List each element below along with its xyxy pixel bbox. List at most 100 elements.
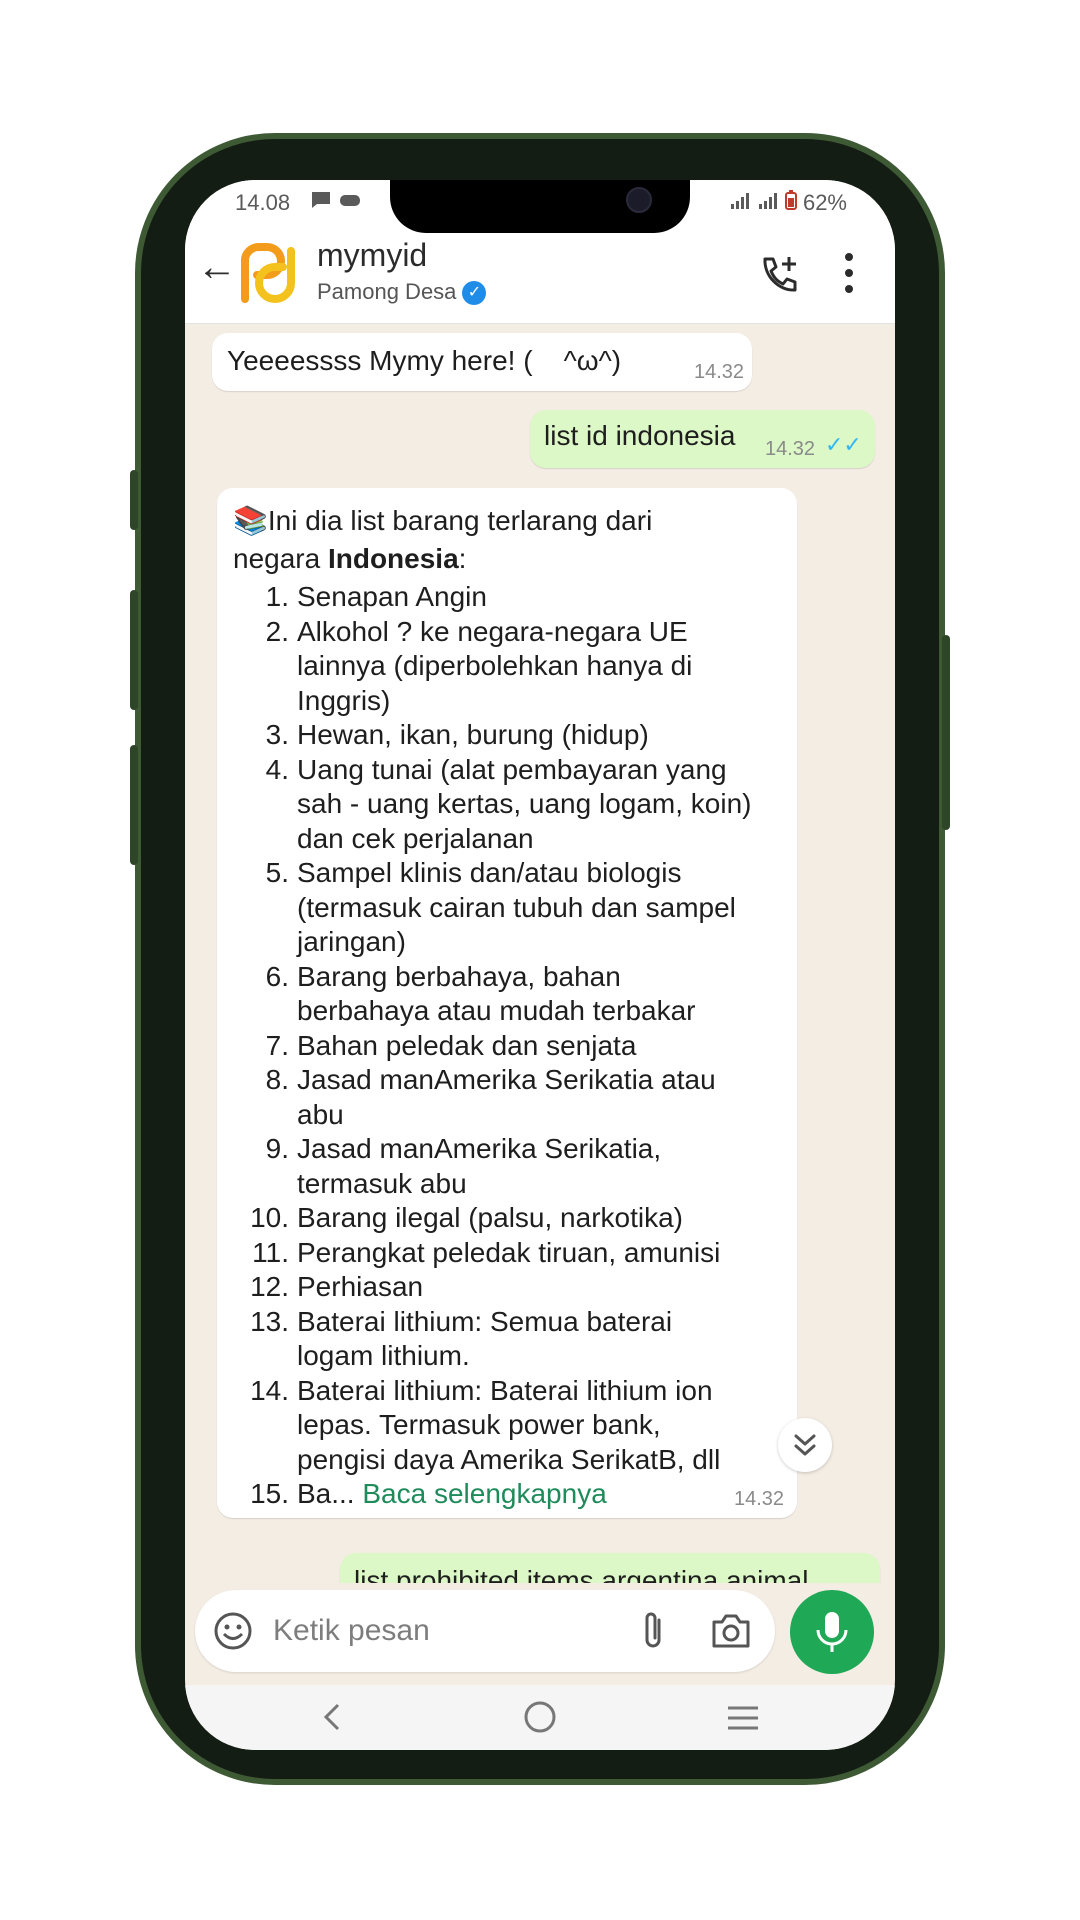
list-text: Ba... Baca selengkapnya: [297, 1477, 793, 1512]
battery-icon: [784, 190, 797, 210]
list-number: 10.: [250, 1202, 289, 1233]
read-receipt-icon: ✓✓: [825, 432, 862, 457]
battery-percent: 62%: [802, 190, 847, 215]
list-item: 11. Perangkat peledak tiruan, amunisi: [233, 1236, 793, 1271]
list-item: 12. Perhiasan: [233, 1270, 793, 1305]
list-text: Sampel klinis dan/atau biologis (termasu…: [297, 857, 736, 957]
mic-icon: [816, 1612, 848, 1652]
list-text: Barang ilegal (palsu, narkotika): [297, 1202, 683, 1233]
status-time: 14.08: [235, 190, 291, 215]
camera-icon[interactable]: [710, 1612, 752, 1650]
game-notification-icon: [339, 195, 360, 206]
chat-notification-icon: [312, 192, 330, 208]
list-item: 1. Senapan Angin: [233, 580, 793, 615]
volume-button: [130, 470, 138, 530]
nav-home-icon[interactable]: [523, 1700, 557, 1734]
list-item: 4. Uang tunai (alat pembayaran yang sah -…: [233, 753, 793, 857]
chat-header: ← mymyid Pamong Desa ✓: [185, 235, 895, 324]
message-input[interactable]: [271, 1608, 615, 1654]
intro-bold: Indonesia: [327, 543, 459, 574]
list-item: 13. Baterai lithium: Semua baterai logam …: [233, 1305, 793, 1374]
list-number: 13.: [250, 1305, 289, 1337]
list-number: 5.: [265, 857, 289, 888]
list-text: Alkohol ? ke negara-negara UE lainnya (d…: [297, 615, 693, 716]
list-item: 14. Baterai lithium: Baterai lithium ion …: [233, 1374, 793, 1478]
chat-area[interactable]: Yeeeessss Mymy here! ( ^ω^) 14.32 list i…: [185, 323, 895, 1583]
list-text: Baterai lithium: Semua baterai logam lit…: [297, 1305, 673, 1372]
list-text: Uang tunai (alat pembayaran yang sah - u…: [297, 753, 752, 854]
message-time: 14.32: [765, 438, 816, 460]
power-button: [942, 635, 950, 830]
list-text: Baterai lithium: Baterai lithium ion lep…: [297, 1374, 721, 1475]
back-arrow-icon[interactable]: ←: [197, 245, 237, 290]
phone-screen: 14.08 62% ← mymyid Pamong Desa ✓ Yeeeess…: [185, 180, 895, 1750]
list-number: 14.: [250, 1374, 289, 1406]
list-number: 7.: [265, 1029, 289, 1061]
list-number: 11.: [252, 1236, 289, 1268]
list-number: 4.: [265, 753, 289, 785]
intro-colon: :: [458, 543, 467, 574]
front-camera: [626, 187, 652, 213]
nav-recents-icon[interactable]: [726, 1705, 760, 1731]
list-text: Bahan peledak dan senjata: [297, 1029, 637, 1061]
list-number: 15.: [250, 1478, 289, 1509]
message-time: 14.32: [734, 1488, 785, 1510]
mic-button[interactable]: [790, 1590, 874, 1674]
volume-button: [130, 745, 138, 865]
list-text: Hewan, ikan, burung (hidup): [297, 719, 649, 750]
message-text: Yeeeessss Mymy here! ( ^ω^): [227, 345, 622, 376]
list-item: 3. Hewan, ikan, burung (hidup): [233, 718, 793, 753]
list-text: Jasad manAmerika Serikatia, termasuk abu: [297, 1133, 662, 1199]
scroll-down-button[interactable]: [778, 1418, 832, 1472]
chat-subtitle: Pamong Desa ✓: [317, 279, 487, 306]
message-text: list prohibited items argentina animal: [354, 1565, 809, 1583]
list-item: 5. Sampel klinis dan/atau biologis (terma…: [233, 856, 793, 960]
list-text: Barang berbahaya, bahan berbahaya atau m…: [297, 960, 696, 1027]
read-more-link[interactable]: Baca selengkapnya: [362, 1478, 606, 1509]
status-bar: 14.08 62%: [185, 180, 895, 235]
chat-title[interactable]: mymyid: [317, 237, 427, 274]
list-item: 8. Jasad manAmerika Serikatia atau abu: [233, 1063, 793, 1132]
list-number: 1.: [265, 581, 289, 612]
list-number: 3.: [265, 719, 289, 750]
add-call-icon[interactable]: [757, 253, 801, 297]
list-item: 6. Barang berbahaya, bahan berbahaya atau…: [233, 960, 793, 1029]
status-right: 62%: [729, 190, 847, 216]
signal-icon: [730, 193, 749, 209]
notification-icons: [310, 190, 362, 216]
list-item: 7. Bahan peledak dan senjata: [233, 1029, 793, 1064]
list-item: 2. Alkohol ? ke negara-negara UE lainnya …: [233, 615, 793, 719]
list-text: Perangkat peledak tiruan, amunisi: [297, 1236, 721, 1268]
nav-back-icon[interactable]: [320, 1701, 344, 1733]
chat-subtitle-text: Pamong Desa: [317, 279, 457, 304]
verified-badge-icon: ✓: [462, 281, 487, 306]
list-number: 2.: [265, 615, 289, 647]
message-outgoing-partial[interactable]: list prohibited items argentina animal: [340, 1553, 880, 1583]
list-text: Perhiasan: [297, 1271, 424, 1302]
list-number: 6.: [265, 960, 289, 992]
attach-icon[interactable]: [635, 1610, 671, 1652]
message-incoming-list[interactable]: 📚Ini dia list barang terlarang dari nega…: [217, 488, 797, 1518]
message-text: list id indonesia: [544, 420, 736, 451]
emoji-icon[interactable]: [213, 1611, 253, 1651]
avatar[interactable]: [237, 243, 299, 305]
message-time: 14.32: [694, 361, 745, 383]
more-vert-icon[interactable]: [843, 251, 855, 295]
list-text: Senapan Angin: [297, 581, 487, 612]
message-incoming[interactable]: Yeeeessss Mymy here! ( ^ω^) 14.32: [212, 333, 752, 391]
list-number: 9.: [265, 1133, 289, 1164]
prohibited-items-list: 1. Senapan Angin 2. Alkohol ? ke negara-ne…: [233, 580, 793, 1512]
double-chevron-down-icon: [794, 1434, 816, 1456]
list-item: 15. Ba... Baca selengkapnya: [233, 1477, 793, 1512]
list-text: Jasad manAmerika Serikatia atau abu: [297, 1064, 716, 1130]
message-intro: 📚Ini dia list barang terlarang dari nega…: [233, 502, 673, 578]
message-outgoing[interactable]: list id indonesia 14.32 ✓✓: [530, 410, 875, 468]
list-number: 12.: [250, 1271, 289, 1302]
camera-notch: [390, 180, 690, 233]
list-number: 8.: [265, 1064, 289, 1095]
system-nav-bar: [185, 1685, 895, 1750]
list-item: 9. Jasad manAmerika Serikatia, termasuk a…: [233, 1132, 793, 1201]
message-composer: [195, 1590, 775, 1672]
truncated-text: Ba...: [297, 1478, 355, 1509]
list-item: 10. Barang ilegal (palsu, narkotika): [233, 1201, 793, 1236]
